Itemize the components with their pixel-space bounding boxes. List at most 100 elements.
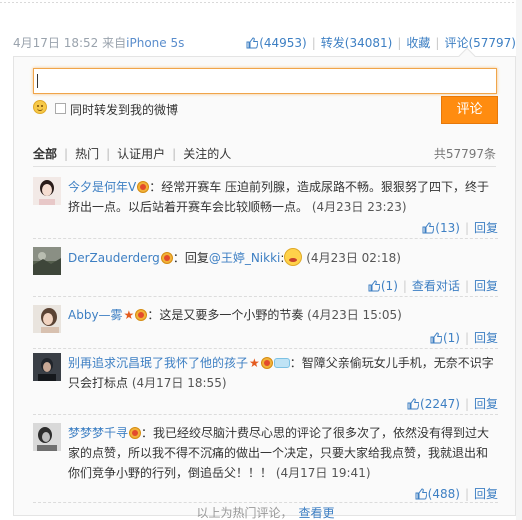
comment-text: 梦梦梦千寻 ：我已经绞尽脑汁费尽心思的评论了很多次了，依然没有得到过大家的点赞，所… <box>68 423 498 483</box>
comment-like-button[interactable]: (1) <box>368 279 398 293</box>
comment-item: 今夕是何年V ：经常开赛车 压迫前列腺，造成尿路不畅。狠狠努了四下，终于挤出一点。… <box>33 177 498 239</box>
vip-crown-icon: ★ <box>249 356 260 370</box>
filter-verified[interactable]: 认证用户 <box>117 147 165 161</box>
hot-comments-note: 以上为热门评论， 查看更 <box>14 504 517 520</box>
post-source-prefix: 来自 <box>102 36 127 50</box>
comment-like-count: (1) <box>380 279 398 293</box>
comment-reply-button[interactable]: 回复 <box>474 221 498 235</box>
comment-reply-button[interactable]: 回复 <box>474 331 498 345</box>
filter-hot[interactable]: 热门 <box>75 147 99 161</box>
avatar-image-icon <box>33 247 61 275</box>
post-actions: (44953) | 转发(34081) | 收藏 | 评论(57797) <box>246 34 516 51</box>
page-scrollbar[interactable] <box>516 0 522 520</box>
avatar[interactable] <box>33 177 61 205</box>
filter-divider <box>33 166 496 167</box>
comment-item: 梦梦梦千寻 ：我已经绞尽脑汁费尽心思的评论了很多次了，依然没有得到过大家的点赞，所… <box>33 423 498 503</box>
comment-item: Abby—雾★ ：这是又要多一个小野的节奏 (4月23日 15:05) (1) | 回… <box>33 305 498 349</box>
actions-separator: | <box>402 279 407 293</box>
actions-separator: | <box>464 397 469 411</box>
actions-separator: | <box>464 331 469 345</box>
comment-button[interactable]: 评论(57797) <box>444 36 516 50</box>
comment-time: (4月17日 18:55) <box>131 376 227 390</box>
like-button[interactable]: (44953) <box>246 36 307 50</box>
comment-time: (4月17日 19:41) <box>275 466 371 480</box>
filter-following[interactable]: 关注的人 <box>183 147 231 161</box>
actions-separator: | <box>397 36 402 50</box>
actions-separator: | <box>464 279 469 293</box>
comment-like-button[interactable]: (2247) <box>407 397 460 411</box>
emoji-face-icon <box>284 248 303 266</box>
comment-username[interactable]: 梦梦梦千寻 <box>68 426 128 440</box>
view-more-link[interactable]: 查看更 <box>299 506 335 520</box>
comment-like-count: (488) <box>427 487 460 501</box>
comment-like-count: (13) <box>435 221 460 235</box>
comment-actions: (488) | 回复 <box>415 485 498 502</box>
filter-all[interactable]: 全部 <box>33 147 57 161</box>
like-count: (44953) <box>259 36 307 50</box>
comment-input[interactable] <box>33 68 497 94</box>
post-source-link[interactable]: iPhone 5s <box>126 36 184 50</box>
actions-separator: | <box>464 487 469 501</box>
comment-text: 别再追求沉昌珉了我怀了他的孩子★ ：智障父亲偷玩女儿手机，无奈不识字只会打标点 (… <box>68 353 498 393</box>
avatar[interactable] <box>33 305 61 333</box>
comment-actions: (1) | 查看对话 | 回复 <box>368 277 498 294</box>
comment-like-button[interactable]: (13) <box>422 221 460 235</box>
emoji-picker-icon[interactable] <box>33 100 47 114</box>
comment-like-count: (2247) <box>420 397 460 411</box>
member-badge-icon <box>135 309 148 321</box>
comment-username[interactable]: 今夕是何年V <box>68 180 136 194</box>
comment-total-count: 共57797条 <box>433 147 496 161</box>
avatar[interactable] <box>33 423 61 451</box>
actions-separator: | <box>464 221 469 235</box>
comment-actions: (1) | 回复 <box>430 329 498 346</box>
forward-checkbox[interactable] <box>55 103 66 114</box>
post-meta: 4月17日 18:52 来自iPhone 5s <box>13 34 184 51</box>
filter-separator: | <box>172 147 177 161</box>
repost-button[interactable]: 转发(34081) <box>321 36 393 50</box>
forward-checkbox-label: 同时转发到我的微博 <box>70 103 179 117</box>
avatar[interactable] <box>33 353 61 381</box>
favorite-button[interactable]: 收藏 <box>406 36 430 50</box>
avatar-image-icon <box>33 353 61 381</box>
thumbs-up-icon <box>246 37 259 49</box>
comment-reply-button[interactable]: 回复 <box>474 397 498 411</box>
view-thread-link[interactable]: 查看对话 <box>412 279 460 293</box>
comment-text: Abby—雾★ ：这是又要多一个小野的节奏 (4月23日 15:05) <box>68 305 498 325</box>
comment-username[interactable]: 别再追求沉昌珉了我怀了他的孩子 <box>68 356 248 370</box>
comment-mention-link[interactable]: @王婷_Nikki <box>209 251 281 265</box>
member-badge-icon <box>260 357 273 369</box>
thumbs-up-icon <box>407 398 420 410</box>
comment-actions: (13) | 回复 <box>422 219 498 236</box>
member-badge-icon <box>160 252 173 264</box>
comment-username[interactable]: Abby—雾 <box>68 308 123 322</box>
comment-text: DerZauderderg ：回复@王婷_Nikki: (4月23日 02:18) <box>68 247 498 269</box>
comment-item: DerZauderderg ：回复@王婷_Nikki: (4月23日 02:18)… <box>33 247 498 297</box>
comment-time: (4月23日 02:18) <box>306 251 401 265</box>
comment-body: ：这是又要多一个小野的节奏 <box>147 308 304 322</box>
comment-like-count: (1) <box>442 331 460 345</box>
gift-badge-icon <box>273 358 290 368</box>
comment-time: (4月23日 23:23) <box>311 200 407 214</box>
hot-note-text: 以上为热门评论， <box>196 506 293 520</box>
comment-filter-tabs: 全部 | 热门 | 认证用户 | 关注的人 <box>33 145 231 162</box>
comment-reply-button[interactable]: 回复 <box>474 279 498 293</box>
comment-username[interactable]: DerZauderderg <box>68 251 160 265</box>
comment-like-button[interactable]: (488) <box>415 487 460 501</box>
thumbs-up-icon <box>430 332 442 344</box>
submit-comment-button[interactable]: 评论 <box>441 96 498 124</box>
avatar-image-icon <box>33 177 61 205</box>
comment-reply-button[interactable]: 回复 <box>474 487 498 501</box>
thumbs-up-icon <box>415 488 427 500</box>
text-cursor <box>37 74 38 88</box>
actions-separator: | <box>311 36 316 50</box>
comment-time: (4月23日 15:05) <box>307 308 402 322</box>
avatar-image-icon <box>33 305 61 333</box>
thumbs-up-icon <box>422 222 435 234</box>
vip-crown-icon: ★ <box>123 308 135 322</box>
actions-separator: | <box>435 36 440 50</box>
top-dotted-divider <box>0 2 522 4</box>
member-badge-icon <box>137 181 150 193</box>
thumbs-up-icon <box>368 280 380 292</box>
comment-like-button[interactable]: (1) <box>430 331 460 345</box>
avatar[interactable] <box>33 247 61 275</box>
